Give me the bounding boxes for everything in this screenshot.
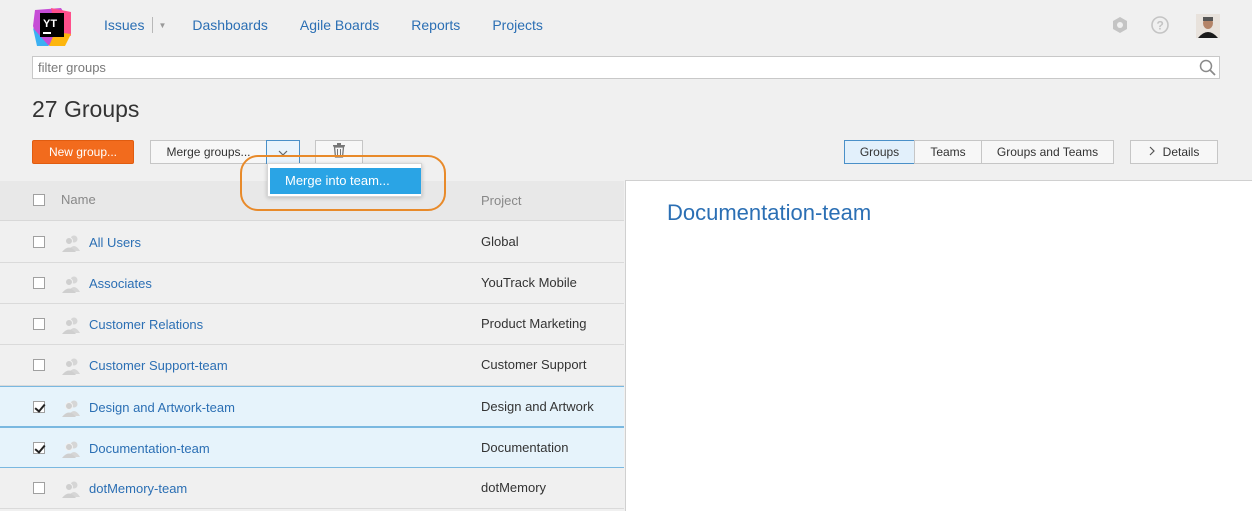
- row-checkbox[interactable]: [33, 359, 45, 371]
- group-project: dotMemory: [481, 480, 547, 495]
- nav-projects[interactable]: Projects: [492, 17, 543, 33]
- svg-text:?: ?: [1157, 19, 1164, 33]
- table-row[interactable]: Associates YouTrack Mobile: [0, 263, 624, 304]
- tab-teams[interactable]: Teams: [914, 140, 982, 164]
- row-checkbox[interactable]: [33, 442, 45, 454]
- delete-button[interactable]: [315, 140, 363, 164]
- logo-text: YT: [43, 18, 57, 30]
- group-name-link[interactable]: Design and Artwork-team: [89, 400, 235, 415]
- nav-reports[interactable]: Reports: [411, 17, 460, 33]
- table-row[interactable]: All Users Global: [0, 222, 624, 263]
- group-name-link[interactable]: All Users: [89, 235, 141, 250]
- main-nav: Issues ▼ Dashboards Agile Boards Reports…: [104, 17, 575, 33]
- group-name-link[interactable]: dotMemory-team: [89, 481, 187, 496]
- group-project: YouTrack Mobile: [481, 275, 577, 290]
- search-input[interactable]: [33, 57, 1219, 78]
- group-icon: [61, 480, 81, 501]
- tab-groups-and-teams[interactable]: Groups and Teams: [981, 140, 1114, 164]
- row-checkbox[interactable]: [33, 277, 45, 289]
- merge-into-team-menu-item[interactable]: Merge into team...: [270, 168, 421, 194]
- chevron-right-icon: [1149, 145, 1155, 159]
- group-icon: [61, 316, 81, 337]
- merge-dropdown-menu: Merge into team...: [267, 163, 422, 197]
- trash-icon: [332, 143, 346, 161]
- column-header-name[interactable]: Name: [61, 192, 96, 207]
- nav-separator: [152, 17, 154, 33]
- group-icon: [61, 399, 81, 420]
- group-project: Product Marketing: [481, 316, 587, 331]
- merge-options-dropdown-button[interactable]: [266, 140, 300, 164]
- new-group-button[interactable]: New group...: [32, 140, 134, 164]
- row-checkbox[interactable]: [33, 401, 45, 413]
- nav-agile-boards[interactable]: Agile Boards: [300, 17, 379, 33]
- group-name-link[interactable]: Documentation-team: [89, 441, 210, 456]
- group-icon: [61, 440, 81, 461]
- group-icon: [61, 275, 81, 296]
- filter-groups-search: [32, 56, 1220, 79]
- column-header-project[interactable]: Project: [481, 193, 521, 208]
- row-checkbox[interactable]: [33, 236, 45, 248]
- table-row[interactable]: Design and Artwork-team Design and Artwor…: [0, 386, 624, 427]
- page-title: 27 Groups: [32, 96, 140, 122]
- tab-groups[interactable]: Groups: [844, 140, 915, 164]
- chevron-down-icon[interactable]: ▼: [158, 21, 166, 30]
- avatar[interactable]: [1196, 14, 1220, 38]
- row-checkbox[interactable]: [33, 482, 45, 494]
- group-name-link[interactable]: Associates: [89, 276, 152, 291]
- youtrack-logo[interactable]: YT: [31, 6, 73, 48]
- table-row[interactable]: Customer Support-team Customer Support: [0, 345, 624, 386]
- settings-icon[interactable]: [1111, 16, 1129, 37]
- table-row[interactable]: Documentation-team Documentation: [0, 427, 624, 468]
- help-icon[interactable]: ?: [1151, 16, 1169, 37]
- group-project: Documentation: [481, 440, 569, 455]
- group-project: Customer Support: [481, 357, 587, 372]
- details-button-label: Details: [1162, 145, 1200, 159]
- group-name-link[interactable]: Customer Support-team: [89, 358, 228, 373]
- group-project: Global: [481, 234, 519, 249]
- merge-groups-button[interactable]: Merge groups...: [150, 140, 267, 164]
- details-panel: Documentation-team: [625, 180, 1252, 511]
- nav-issues[interactable]: Issues ▼: [104, 17, 192, 33]
- group-project: Design and Artwork: [481, 399, 594, 414]
- group-name-link[interactable]: Customer Relations: [89, 317, 203, 332]
- chevron-down-icon: [278, 145, 288, 159]
- group-icon: [61, 234, 81, 255]
- search-icon[interactable]: [1199, 59, 1216, 79]
- table-row[interactable]: Customer Relations Product Marketing: [0, 304, 624, 345]
- row-checkbox[interactable]: [33, 318, 45, 330]
- details-button[interactable]: Details: [1130, 140, 1218, 164]
- table-row[interactable]: dotMemory-team dotMemory: [0, 468, 624, 509]
- nav-dashboards[interactable]: Dashboards: [192, 17, 268, 33]
- nav-issues-link[interactable]: Issues: [104, 17, 144, 33]
- select-all-checkbox[interactable]: [33, 194, 45, 206]
- details-title[interactable]: Documentation-team: [667, 200, 871, 226]
- group-icon: [61, 357, 81, 378]
